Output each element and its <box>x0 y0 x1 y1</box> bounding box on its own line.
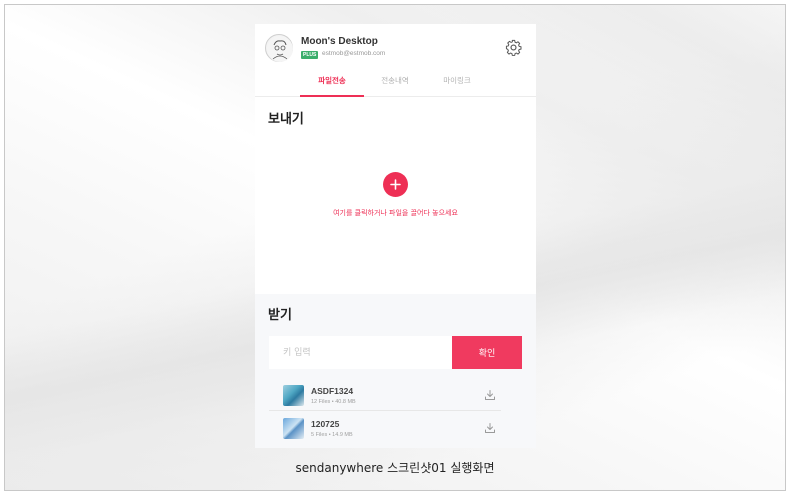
avatar-icon <box>267 36 293 62</box>
avatar[interactable] <box>265 34 293 62</box>
key-input[interactable] <box>269 336 452 369</box>
header: Moon's Desktop PLUS estmob@estmob.com <box>255 24 536 68</box>
file-meta: 12 Files • 40.8 MB <box>311 399 356 405</box>
list-item[interactable]: ASDF1324 12 Files • 40.8 MB <box>269 380 501 411</box>
app-window: Moon's Desktop PLUS estmob@estmob.com 파일… <box>255 24 536 448</box>
file-thumbnail <box>283 418 304 439</box>
receive-title: 받기 <box>268 308 292 323</box>
screenshot-caption: sendanywhere 스크린샷01 실행화면 <box>295 461 495 475</box>
tab-bar: 파일전송 전송내역 마이링크 <box>255 68 536 97</box>
gear-icon[interactable] <box>505 39 522 56</box>
device-name: Moon's Desktop <box>301 36 378 47</box>
send-title: 보내기 <box>268 112 304 127</box>
confirm-button[interactable]: 확인 <box>452 336 522 369</box>
drop-hint: 여기를 클릭하거나 파일을 끌어다 놓으세요 <box>333 209 458 217</box>
list-item[interactable]: 120725 5 Files • 14.9 MB <box>269 413 501 444</box>
download-icon[interactable] <box>484 389 496 401</box>
plan-badge: PLUS <box>301 51 319 59</box>
file-thumbnail <box>283 385 304 406</box>
file-meta: 5 Files • 14.9 MB <box>311 432 353 438</box>
account-email: estmob@estmob.com <box>322 50 386 57</box>
file-name: ASDF1324 <box>311 386 354 396</box>
tab-transfer-history[interactable]: 전송내역 <box>365 68 425 97</box>
plus-icon <box>390 179 401 190</box>
tab-my-link[interactable]: 마이링크 <box>427 68 487 97</box>
file-name: 120725 <box>311 419 340 429</box>
download-icon[interactable] <box>484 422 496 434</box>
receive-section: 받기 확인 ASDF1324 12 Files • 40.8 MB 120725… <box>255 294 536 448</box>
add-file-button[interactable] <box>383 172 408 197</box>
tab-file-transfer[interactable]: 파일전송 <box>300 68 364 97</box>
